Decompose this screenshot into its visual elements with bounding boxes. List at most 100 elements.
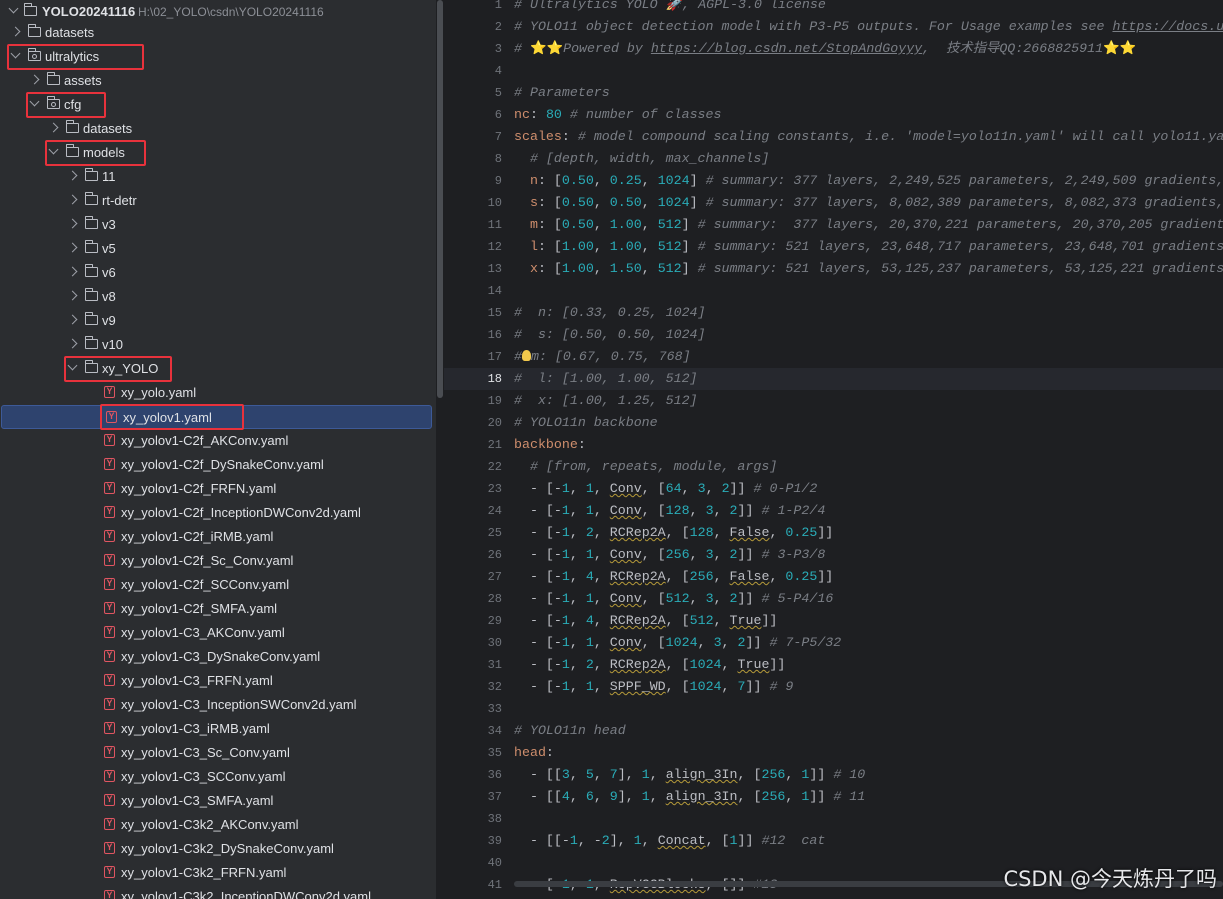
tree-folder-item[interactable]: ultralytics — [0, 45, 436, 69]
code-line[interactable]: - [-1, 1, Conv, [128, 3, 2]] # 1-P2/4 — [514, 500, 825, 522]
tree-folder-item[interactable]: datasets — [0, 21, 436, 45]
tree-folder-item[interactable]: v9 — [0, 309, 436, 333]
code-line[interactable]: - [-1, 4, RCRep2A, [512, True]] — [514, 610, 777, 632]
chevron-down-icon[interactable] — [10, 48, 21, 59]
chevron-down-icon[interactable] — [67, 360, 78, 371]
tree-file-item[interactable]: Yxy_yolov1-C3k2_AKConv.yaml — [0, 813, 436, 837]
code-line[interactable]: - [-1, 2, RCRep2A, [128, False, 0.25]] — [514, 522, 833, 544]
code-token: , — [569, 591, 586, 606]
tree-file-item[interactable]: Yxy_yolov1-C2f_FRFN.yaml — [0, 477, 436, 501]
code-line[interactable]: # [depth, width, max_channels] — [514, 148, 769, 170]
code-line[interactable]: # YOLO11n backbone — [514, 412, 658, 434]
code-line[interactable]: - [-1, 4, RCRep2A, [256, False, 0.25]] — [514, 566, 833, 588]
tree-folder-item[interactable]: v10 — [0, 333, 436, 357]
code-line[interactable]: - [-1, 1, SPPF_WD, [1024, 7]] # 9 — [514, 676, 793, 698]
scrollbar-thumb[interactable] — [437, 0, 443, 398]
code-token: , — [785, 789, 802, 804]
tree-file-item[interactable]: Yxy_yolov1.yaml — [1, 405, 432, 429]
code-line[interactable]: # m: [0.67, 0.75, 768] — [514, 346, 691, 368]
code-line[interactable]: # l: [1.00, 1.00, 512] — [514, 368, 698, 390]
tree-file-item[interactable]: Yxy_yolov1-C2f_SMFA.yaml — [0, 597, 436, 621]
chevron-right-icon[interactable] — [67, 218, 78, 229]
code-line[interactable]: - [-1, 1, Conv, [256, 3, 2]] # 3-P3/8 — [514, 544, 825, 566]
code-token: # 7-P5/32 — [769, 635, 842, 650]
chevron-right-icon[interactable] — [67, 242, 78, 253]
tree-file-item[interactable]: Yxy_yolov1-C3_FRFN.yaml — [0, 669, 436, 693]
code-line[interactable]: # ⭐⭐Powered by https://blog.csdn.net/Sto… — [514, 38, 1136, 60]
tree-file-item[interactable]: Yxy_yolov1-C3_DySnakeConv.yaml — [0, 645, 436, 669]
tree-file-item[interactable]: Yxy_yolov1-C3_AKConv.yaml — [0, 621, 436, 645]
code-line[interactable]: n: [0.50, 0.25, 1024] # summary: 377 lay… — [514, 170, 1223, 192]
chevron-right-icon[interactable] — [67, 194, 78, 205]
code-line[interactable]: # [from, repeats, module, args] — [514, 456, 777, 478]
tree-folder-item[interactable]: rt-detr — [0, 189, 436, 213]
code-line[interactable]: # Parameters — [514, 82, 610, 104]
code-line[interactable]: m: [0.50, 1.00, 512] # summary: 377 laye… — [514, 214, 1223, 236]
code-line[interactable]: - [-1, 1, Conv, [1024, 3, 2]] # 7-P5/32 — [514, 632, 841, 654]
tree-file-item[interactable]: Yxy_yolov1-C3k2_InceptionDWConv2d.yaml — [0, 885, 436, 899]
tree-folder-item[interactable]: v8 — [0, 285, 436, 309]
code-token: - [[ — [514, 789, 562, 804]
code-line[interactable]: backbone: — [514, 434, 586, 456]
tree-scrollbar[interactable] — [436, 0, 444, 899]
lightbulb-icon[interactable] — [521, 350, 531, 361]
code-line[interactable]: l: [1.00, 1.00, 512] # summary: 521 laye… — [514, 236, 1223, 258]
tree-file-item[interactable]: Yxy_yolov1-C2f_InceptionDWConv2d.yaml — [0, 501, 436, 525]
code-token: ]] — [737, 547, 762, 562]
chevron-down-icon[interactable] — [8, 3, 19, 14]
tree-file-item[interactable]: Yxy_yolov1-C2f_AKConv.yaml — [0, 429, 436, 453]
tree-file-item[interactable]: Yxy_yolov1-C3k2_FRFN.yaml — [0, 861, 436, 885]
tree-file-item[interactable]: Yxy_yolo.yaml — [0, 381, 436, 405]
code-line[interactable]: head: — [514, 742, 554, 764]
tree-folder-item[interactable]: 11 — [0, 165, 436, 189]
tree-file-item[interactable]: Yxy_yolov1-C3k2_DySnakeConv.yaml — [0, 837, 436, 861]
tree-file-item[interactable]: Yxy_yolov1-C2f_iRMB.yaml — [0, 525, 436, 549]
tree-file-item[interactable]: Yxy_yolov1-C3_SCConv.yaml — [0, 765, 436, 789]
chevron-right-icon[interactable] — [67, 170, 78, 181]
code-line[interactable]: nc: 80 # number of classes — [514, 104, 722, 126]
chevron-right-icon[interactable] — [67, 338, 78, 349]
tree-folder-item[interactable]: v6 — [0, 261, 436, 285]
tree-folder-item[interactable]: assets — [0, 69, 436, 93]
tree-file-item[interactable]: Yxy_yolov1-C3_iRMB.yaml — [0, 717, 436, 741]
tree-file-item[interactable]: Yxy_yolov1-C2f_Sc_Conv.yaml — [0, 549, 436, 573]
code-line[interactable]: # s: [0.50, 0.50, 1024] — [514, 324, 706, 346]
chevron-right-icon[interactable] — [67, 266, 78, 277]
code-line[interactable]: scales: # model compound scaling constan… — [514, 126, 1223, 148]
chevron-down-icon[interactable] — [48, 144, 59, 155]
tree-file-item[interactable]: Yxy_yolov1-C3_InceptionSWConv2d.yaml — [0, 693, 436, 717]
code-line[interactable]: # x: [1.00, 1.25, 512] — [514, 390, 698, 412]
code-line[interactable]: # YOLO11 object detection model with P3-… — [514, 16, 1223, 38]
code-line[interactable]: # YOLO11n head — [514, 720, 626, 742]
code-line[interactable]: - [-1, 2, RCRep2A, [1024, True]] — [514, 654, 785, 676]
code-line[interactable]: - [[4, 6, 9], 1, align_3In, [256, 1]] # … — [514, 786, 865, 808]
tree-folder-item[interactable]: xy_YOLO — [0, 357, 436, 381]
tree-folder-item[interactable]: v3 — [0, 213, 436, 237]
chevron-right-icon[interactable] — [29, 74, 40, 85]
tree-folder-item[interactable]: cfg — [0, 93, 436, 117]
code-line[interactable]: - [-1, 1, Conv, [512, 3, 2]] # 5-P4/16 — [514, 588, 833, 610]
tree-folder-item[interactable]: v5 — [0, 237, 436, 261]
code-token: # 0-P1/2 — [753, 481, 818, 496]
chevron-down-icon[interactable] — [29, 96, 40, 107]
chevron-right-icon[interactable] — [10, 26, 21, 37]
code-line[interactable]: - [[3, 5, 7], 1, align_3In, [256, 1]] # … — [514, 764, 865, 786]
chevron-right-icon[interactable] — [67, 314, 78, 325]
code-line[interactable]: - [-1, 1, Conv, [64, 3, 2]] # 0-P1/2 — [514, 478, 817, 500]
code-token: , — [569, 767, 586, 782]
tree-file-item[interactable]: Yxy_yolov1-C3_SMFA.yaml — [0, 789, 436, 813]
tree-file-item[interactable]: Yxy_yolov1-C2f_DySnakeConv.yaml — [0, 453, 436, 477]
code-editor[interactable]: 1 # Ultralytics YOLO 🚀, AGPL-3.0 license 2… — [444, 0, 1223, 899]
tree-folder-item[interactable]: datasets — [0, 117, 436, 141]
code-line[interactable]: - [[-1, -2], 1, Concat, [1]] #12 cat — [514, 830, 825, 852]
chevron-right-icon[interactable] — [48, 122, 59, 133]
tree-folder-item[interactable]: models — [0, 141, 436, 165]
tree-file-item[interactable]: Yxy_yolov1-C2f_SCConv.yaml — [0, 573, 436, 597]
tree-file-item[interactable]: Yxy_yolov1-C3_Sc_Conv.yaml — [0, 741, 436, 765]
code-line[interactable]: x: [1.00, 1.50, 512] # summary: 521 laye… — [514, 258, 1223, 280]
code-line[interactable]: # Ultralytics YOLO 🚀, AGPL-3.0 license — [514, 0, 826, 16]
code-line[interactable]: s: [0.50, 0.50, 1024] # summary: 377 lay… — [514, 192, 1223, 214]
code-line[interactable]: # n: [0.33, 0.25, 1024] — [514, 302, 706, 324]
chevron-right-icon[interactable] — [67, 290, 78, 301]
code-token: # summary: 377 layers, 2,249,525 paramet… — [705, 173, 1223, 188]
